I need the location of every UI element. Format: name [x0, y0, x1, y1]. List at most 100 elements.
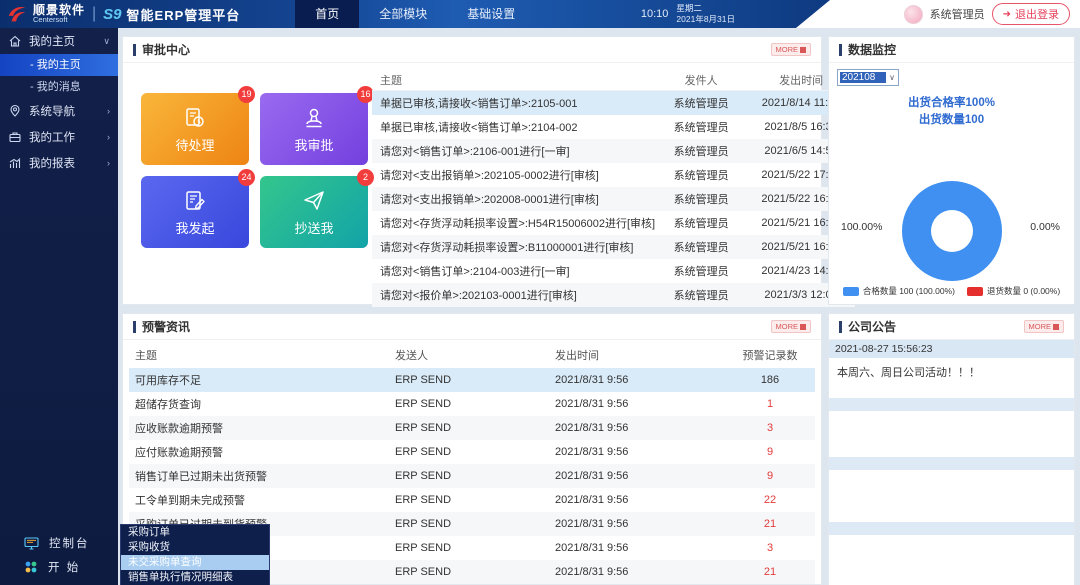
sidebar-item-my-work[interactable]: 我的工作 ›: [0, 124, 118, 150]
user-name: 系统管理员: [930, 6, 985, 22]
notice-more-button[interactable]: MORE: [1024, 320, 1065, 333]
chevron-down-icon: ∨: [103, 36, 110, 47]
tile-label: 待处理: [175, 135, 214, 154]
legend-swatch-red: [967, 287, 983, 296]
sidebar-item-system-nav[interactable]: 系统导航 ›: [0, 98, 118, 124]
col-subject: 主题: [372, 72, 655, 88]
row-subject: 销售订单已过期未出货预警: [129, 468, 395, 484]
sidebar-sub-label: 我的消息: [37, 81, 81, 93]
paper-plane-icon: [301, 188, 327, 214]
approval-row[interactable]: 请您对<存货浮动耗损率设置>:B11000001进行[审核] 系统管理员 202…: [372, 235, 855, 259]
sidebar-item-my-reports[interactable]: 我的报表 ›: [0, 150, 118, 176]
console-button[interactable]: 控制台: [0, 531, 118, 555]
alert-row[interactable]: 超储存货查询 ERP SEND 2021/8/31 9:56 1: [129, 392, 815, 416]
alerts-panel-title: 预警资讯: [142, 318, 771, 335]
ship-qty-text: 出货数量100: [829, 112, 1074, 129]
company-notice-panel: 公司公告 MORE 2021-08-27 15:56:23 本周六、周日公司活动…: [828, 313, 1075, 585]
console-label: 控制台: [49, 535, 90, 551]
approval-row[interactable]: 请您对<销售订单>:2104-003进行[一审] 系统管理员 2021/4/23…: [372, 259, 855, 283]
empty-notice-divider: [829, 398, 1074, 411]
row-subject: 工令单到期未完成预警: [129, 492, 395, 508]
empty-notice-row: [829, 535, 1074, 585]
top-header: 顺景软件 Centersoft | S9 智能ERP管理平台 首页 全部模块 基…: [0, 0, 1080, 28]
logo-name-en: Centersoft: [33, 16, 85, 24]
approval-row[interactable]: 请您对<报价单>:202103-0001进行[审核] 系统管理员 2021/3/…: [372, 283, 855, 307]
user-avatar[interactable]: [904, 5, 923, 24]
approval-row[interactable]: 单据已审核,请接收<销售订单>:2105-001 系统管理员 2021/8/14…: [372, 91, 855, 115]
sidebar-item-my-messages[interactable]: - 我的消息: [0, 76, 118, 98]
approval-row[interactable]: 请您对<销售订单>:2106-001进行[一审] 系统管理员 2021/6/5 …: [372, 139, 855, 163]
row-subject: 请您对<存货浮动耗损率设置>:H54R15006002进行[审核]: [372, 215, 655, 231]
title-accent-bar: [133, 321, 136, 333]
alert-row[interactable]: 应付账款逾期预警 ERP SEND 2021/8/31 9:56 9: [129, 440, 815, 464]
menu-item-open-po-query[interactable]: 未交采购单查询: [121, 555, 269, 570]
start-button[interactable]: 开 始: [0, 555, 118, 579]
row-sender: 系统管理员: [655, 215, 747, 231]
alert-row[interactable]: 可用库存不足 ERP SEND 2021/8/31 9:56 186: [129, 368, 815, 392]
row-sender: ERP SEND: [395, 398, 555, 410]
row-count: 9: [725, 446, 815, 458]
more-icon: [800, 47, 806, 53]
row-time: 2021/8/31 9:56: [555, 446, 725, 458]
row-count: 3: [725, 422, 815, 434]
row-subject: 请您对<存货浮动耗损率设置>:B11000001进行[审核]: [372, 239, 655, 255]
nav-tab-home[interactable]: 首页: [295, 0, 359, 28]
alert-row[interactable]: 工令单到期未完成预警 ERP SEND 2021/8/31 9:56 22: [129, 488, 815, 512]
approval-row[interactable]: 请您对<存货浮动耗损率设置>:H54R15006002进行[审核] 系统管理员 …: [372, 211, 855, 235]
chart-icon: [8, 156, 22, 170]
tile-initiated-by-me[interactable]: 24 我发起: [141, 176, 249, 248]
row-subject: 请您对<销售订单>:2106-001进行[一审]: [372, 143, 655, 159]
row-count: 22: [725, 494, 815, 506]
sidebar-item-my-homepage[interactable]: - 我的主页: [0, 54, 118, 76]
title-accent-bar: [839, 321, 842, 333]
tile-my-approvals[interactable]: 16 我审批: [260, 93, 368, 165]
approval-row[interactable]: 请您对<支出报销单>:202105-0002进行[审核] 系统管理员 2021/…: [372, 163, 855, 187]
donut-chart[interactable]: [902, 181, 1002, 281]
home-icon: [8, 34, 22, 48]
briefcase-icon: [8, 130, 22, 144]
approval-row[interactable]: 单据已审核,请接收<销售订单>:2104-002 系统管理员 2021/8/5 …: [372, 115, 855, 139]
approval-table: 主题 发件人 发出时间 单据已审核,请接收<销售订单>:2105-001 系统管…: [368, 63, 859, 305]
menu-item-purchase-order[interactable]: 采购订单: [121, 525, 269, 540]
nav-tab-settings[interactable]: 基础设置: [447, 0, 535, 28]
s9-badge: S9: [103, 6, 121, 23]
row-sender: ERP SEND: [395, 542, 555, 554]
chevron-down-icon: ∨: [886, 73, 898, 82]
approval-more-button[interactable]: MORE: [771, 43, 812, 56]
row-count: 1: [725, 398, 815, 410]
nav-tab-modules[interactable]: 全部模块: [359, 0, 447, 28]
row-count: 21: [725, 566, 815, 578]
row-sender: ERP SEND: [395, 422, 555, 434]
empty-notice-divider: [829, 457, 1074, 470]
alert-row[interactable]: 应收账款逾期预警 ERP SEND 2021/8/31 9:56 3: [129, 416, 815, 440]
row-subject: 请您对<支出报销单>:202105-0002进行[审核]: [372, 167, 655, 183]
menu-item-purchase-receipt[interactable]: 采购收货: [121, 540, 269, 555]
approval-tiles: 19 待处理 16 我审批 24: [123, 63, 368, 305]
empty-notice-row: [829, 470, 1074, 522]
notice-panel-title: 公司公告: [848, 318, 1024, 335]
logout-button[interactable]: ➜ 退出登录: [992, 3, 1070, 25]
tile-pending[interactable]: 19 待处理: [141, 93, 249, 165]
date-label: 2021年8月31日: [676, 14, 735, 24]
notice-datetime: 2021-08-27 15:56:23: [829, 340, 1074, 358]
tile-label: 抄送我: [294, 218, 333, 237]
logo-divider: |: [92, 5, 96, 23]
row-sender: 系统管理员: [655, 143, 747, 159]
notice-content[interactable]: 本周六、周日公司活动！！！: [829, 358, 1074, 398]
tile-label: 我发起: [175, 218, 214, 237]
tile-cc-to-me[interactable]: 2 抄送我: [260, 176, 368, 248]
alert-row[interactable]: 销售订单已过期未出货预警 ERP SEND 2021/8/31 9:56 9: [129, 464, 815, 488]
menu-item-sales-exec-report[interactable]: 销售单执行情况明细表: [121, 570, 269, 585]
sidebar-item-my-home-group[interactable]: 我的主页 ∨: [0, 28, 118, 54]
logout-icon: ➜: [1003, 9, 1011, 20]
alerts-more-button[interactable]: MORE: [771, 320, 812, 333]
col-alert-count: 预警记录数: [725, 347, 815, 363]
period-select[interactable]: 202108 ∨: [837, 69, 899, 86]
console-monitor-icon: [24, 537, 39, 550]
empty-notice-row: [829, 411, 1074, 457]
col-sender: 发送人: [395, 347, 555, 363]
row-sender: 系统管理员: [655, 119, 747, 135]
start-grid-icon: [24, 560, 38, 574]
approval-row[interactable]: 请您对<支出报销单>:202008-0001进行[审核] 系统管理员 2021/…: [372, 187, 855, 211]
row-sender: 系统管理员: [655, 239, 747, 255]
